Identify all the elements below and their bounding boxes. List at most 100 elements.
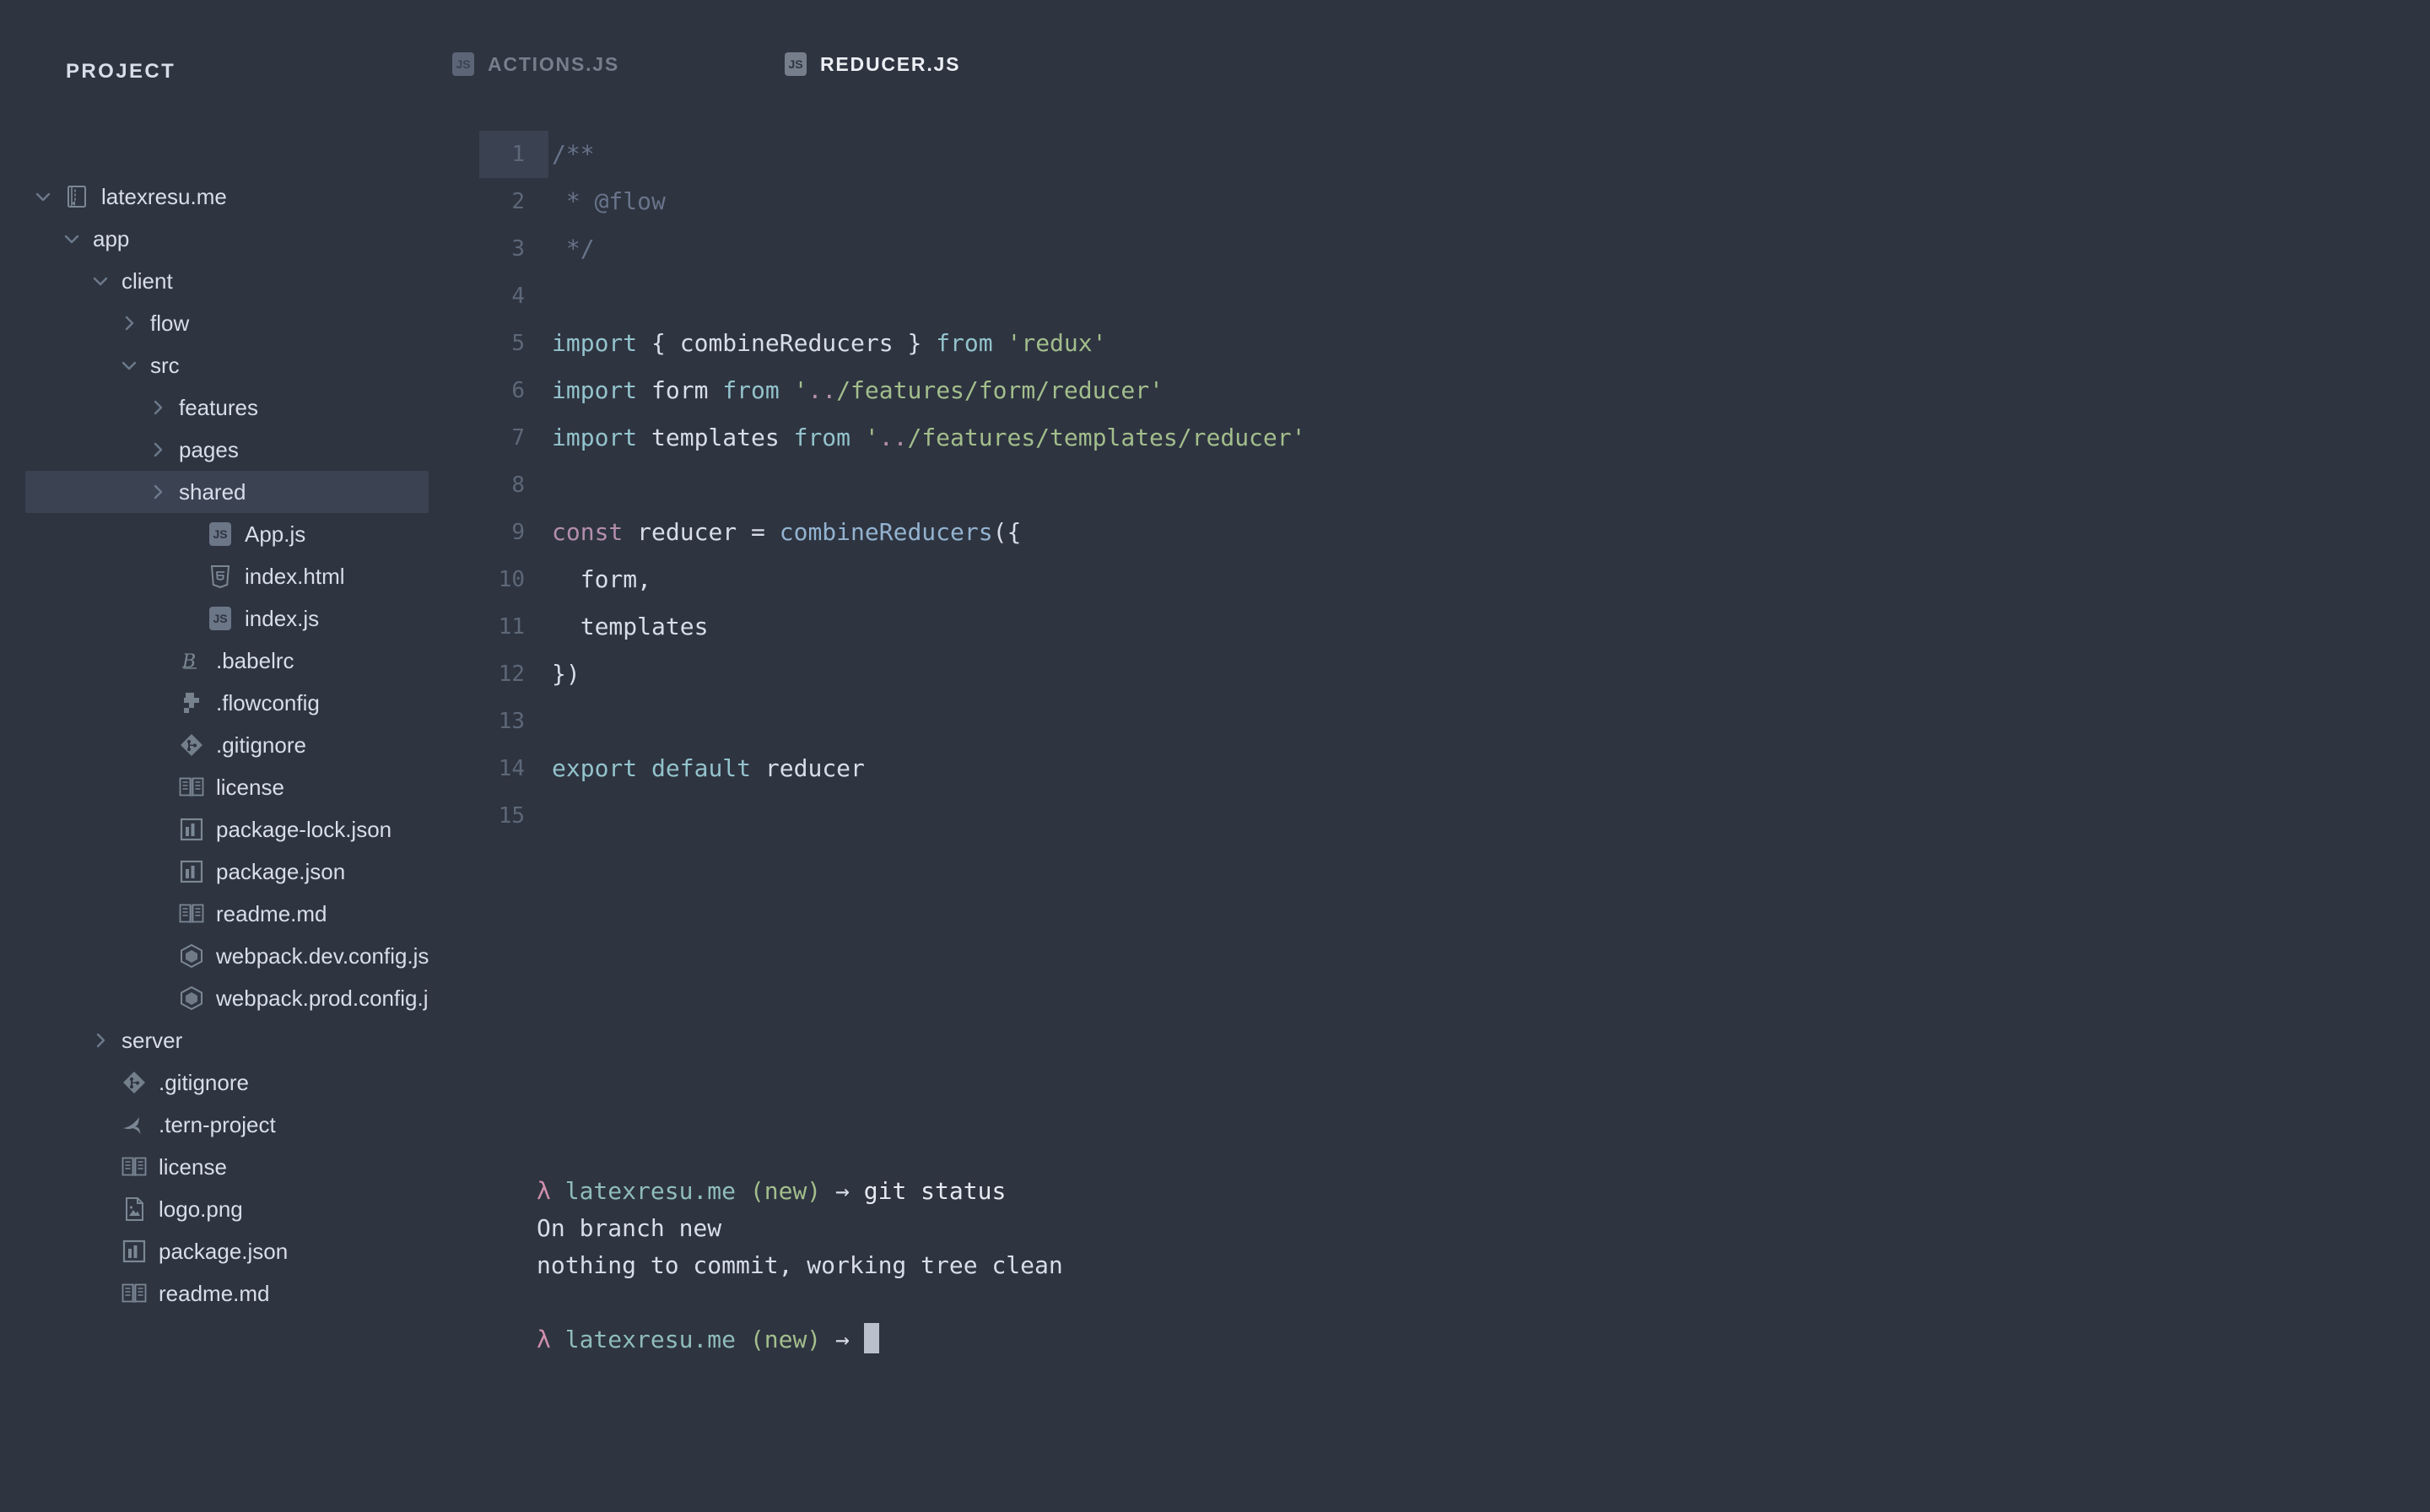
spacer-icon <box>147 987 169 1009</box>
tree-item-gitignore[interactable]: .gitignore <box>0 724 429 766</box>
tree-item-webpack-prod-config-js[interactable]: webpack.prod.config.js <box>0 977 439 1019</box>
integrated-terminal[interactable]: λ latexresu.me (new) → git status On bran… <box>429 1173 2430 1358</box>
tree-item-label: App.js <box>245 521 306 547</box>
tree-item-content: features <box>0 386 258 429</box>
tree-item-readme-md[interactable]: readme.md <box>0 1272 429 1315</box>
code-token: reducer <box>751 754 865 782</box>
tree-item-content: package.json <box>0 850 345 893</box>
code-line[interactable]: 2 * @flow <box>429 178 2430 225</box>
tree-item-tern-project[interactable]: .tern-project <box>0 1104 429 1146</box>
code-line[interactable]: 7 import templates from '../features/temp… <box>429 414 2430 462</box>
line-number-value: 9 <box>511 520 525 545</box>
code-line[interactable]: 12}) <box>429 651 2430 698</box>
chevron-down-icon[interactable] <box>118 354 140 376</box>
code-token: 'redux' <box>1007 329 1107 357</box>
tree-item-package-lock-json[interactable]: package-lock.json <box>0 808 429 850</box>
tab-actions-js[interactable]: JS ACTIONS.JS <box>452 52 619 76</box>
code-line[interactable]: 9 const reducer = combineReducers({ <box>429 509 2430 556</box>
line-number: 2 <box>429 178 548 225</box>
tree-item-client[interactable]: client <box>0 260 429 302</box>
tree-item-label: .gitignore <box>216 732 306 758</box>
tree-item-label: src <box>150 352 180 378</box>
chevron-right-icon[interactable] <box>118 312 140 334</box>
tree-item-features[interactable]: features <box>0 386 429 429</box>
file-tree[interactable]: latexresu.me app client flow src features page… <box>0 176 439 1315</box>
line-number-value: 11 <box>498 614 525 640</box>
line-number-value: 4 <box>511 284 525 309</box>
code-token: templates <box>637 424 794 451</box>
code-line[interactable]: 8 <box>429 462 2430 509</box>
tab-label: REDUCER.JS <box>820 52 961 75</box>
code-line[interactable]: 6 import form from '../features/form/redu… <box>429 367 2430 414</box>
chevron-right-icon[interactable] <box>89 1029 111 1051</box>
tree-item-label: package.json <box>216 858 346 884</box>
line-number: 9 <box>429 509 548 556</box>
tree-item-content: JS index.js <box>0 597 319 640</box>
tree-item-flowconfig[interactable]: .flowconfig <box>0 682 429 724</box>
tree-item-package-json[interactable]: package.json <box>0 1230 429 1272</box>
code-token: .. <box>807 376 837 404</box>
tree-item-label: webpack.prod.config.js <box>216 985 440 1011</box>
chevron-right-icon[interactable] <box>147 397 169 418</box>
code-token: /** <box>552 140 595 168</box>
js-file-icon: JS <box>785 52 807 76</box>
code-token: combineReducers <box>679 329 894 357</box>
tree-item-src[interactable]: src <box>0 344 429 386</box>
tree-item-logo-png[interactable]: logo.png <box>0 1188 429 1230</box>
code-line[interactable]: 15 <box>429 792 2430 840</box>
chevron-down-icon[interactable] <box>89 270 111 292</box>
git-file-icon <box>179 732 204 758</box>
code-token: .. <box>878 424 908 451</box>
chevron-right-icon[interactable] <box>147 439 169 461</box>
code-token: const <box>552 518 624 546</box>
code-line[interactable]: 4 <box>429 273 2430 320</box>
tree-item-label: shared <box>179 478 246 505</box>
line-number: 4 <box>429 273 548 320</box>
tree-item-content: JS App.js <box>0 513 305 555</box>
tree-item-app[interactable]: app <box>0 218 429 260</box>
webpack-file-icon <box>179 943 204 969</box>
tree-item-label: latexresu.me <box>101 183 227 209</box>
tree-item-license[interactable]: license <box>0 1146 429 1188</box>
tree-item-label: package-lock.json <box>216 816 392 842</box>
code-line[interactable]: 1 /** <box>429 131 2430 178</box>
tree-item-label: features <box>179 394 258 420</box>
tab-bar: JS ACTIONS.JS JS REDUCER.JS <box>429 0 2430 91</box>
tree-item-readme-md[interactable]: readme.md <box>0 893 429 935</box>
tree-item-webpack-dev-config-js[interactable]: webpack.dev.config.js <box>0 935 429 977</box>
code-line[interactable]: 14 export default reducer <box>429 745 2430 792</box>
html5-file-icon <box>208 564 233 589</box>
code-line[interactable]: 10 form, <box>429 556 2430 603</box>
chevron-down-icon[interactable] <box>32 186 54 208</box>
chevron-down-icon[interactable] <box>61 228 83 250</box>
tree-item-shared[interactable]: shared <box>0 471 429 513</box>
code-line[interactable]: 5 import { combineReducers } from 'redux' <box>429 320 2430 367</box>
tree-item-package-json[interactable]: package.json <box>0 850 429 893</box>
tab-reducer-js[interactable]: JS REDUCER.JS <box>785 52 960 76</box>
code-line[interactable]: 11 templates <box>429 603 2430 651</box>
tree-item-gitignore[interactable]: .gitignore <box>0 1061 429 1104</box>
tree-item-server[interactable]: server <box>0 1019 429 1061</box>
code-line[interactable]: 13 <box>429 698 2430 745</box>
terminal-command: git status <box>863 1177 1007 1205</box>
json-file-icon <box>179 859 204 884</box>
tree-item-flow[interactable]: flow <box>0 302 429 344</box>
code-line[interactable]: 3 */ <box>429 225 2430 273</box>
tree-item-content: license <box>0 766 284 808</box>
chevron-right-icon[interactable] <box>147 481 169 503</box>
sidebar-title: PROJECT <box>66 60 176 83</box>
tree-item-index-js[interactable]: JS index.js <box>0 597 429 640</box>
code-token: from <box>722 376 780 404</box>
tree-item-babelrc[interactable]: B .babelrc <box>0 640 429 682</box>
tree-item-pages[interactable]: pages <box>0 429 429 471</box>
tree-item-license[interactable]: license <box>0 766 429 808</box>
tree-item-index-html[interactable]: index.html <box>0 555 429 597</box>
code-token: /features/form/reducer' <box>836 376 1164 404</box>
spacer-icon <box>147 650 169 672</box>
code-text: /** <box>548 131 2430 178</box>
tree-item-label: server <box>122 1027 183 1053</box>
code-token: form <box>637 376 723 404</box>
tree-item-app-js[interactable]: JS App.js <box>0 513 429 555</box>
code-editor[interactable]: 1/** 2 * @flow 3 */ 4 5 import { combineReduc… <box>429 131 2430 840</box>
tree-item-latexresu-me[interactable]: latexresu.me <box>0 176 429 218</box>
